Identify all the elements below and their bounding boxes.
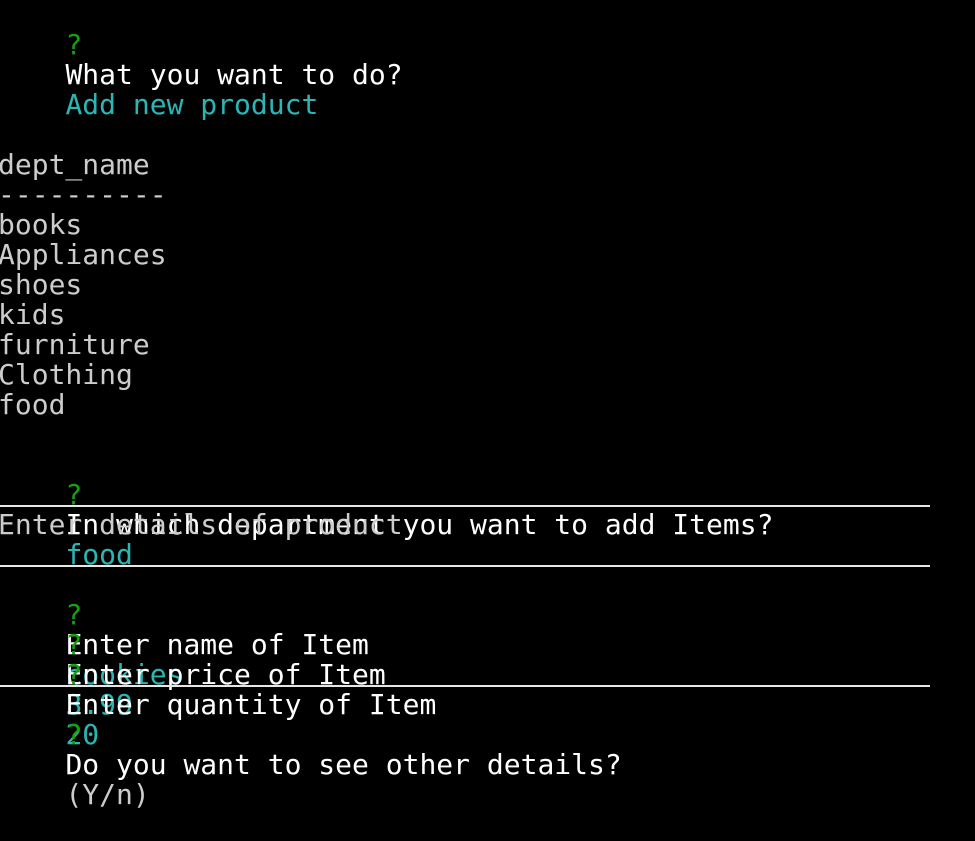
prompt-price: ? Enter price of Item 3.99 — [0, 600, 385, 720]
prompt-name: ? Enter name of Item cookies — [0, 570, 368, 690]
prompt-answer: Add new product — [65, 88, 319, 121]
table-header: dept_name — [0, 148, 150, 181]
prompt-symbol: ? — [65, 718, 83, 751]
prompt-quantity: ? Enter quantity of Item 20 — [0, 630, 436, 750]
prompt-department: ? In which department you want to add It… — [0, 450, 773, 570]
table-row: shoes — [0, 268, 83, 301]
divider — [0, 505, 930, 507]
prompt-action: ? What you want to do? Add new product — [0, 0, 402, 120]
table-row: furniture — [0, 328, 150, 361]
prompt-question: Do you want to see other details? — [65, 748, 622, 781]
table-separator: ---------- — [0, 178, 167, 211]
table-row: kids — [0, 298, 66, 331]
prompt-hint: (Y/n) — [65, 778, 150, 811]
table-row: Appliances — [0, 238, 167, 271]
prompt-symbol: ? — [65, 28, 83, 61]
section-title: Enter details of product — [0, 508, 403, 541]
prompt-other-details[interactable]: ? Do you want to see other details? (Y/n… — [0, 690, 621, 810]
table-row: books — [0, 208, 83, 241]
table-row: food — [0, 388, 66, 421]
prompt-question: What you want to do? — [65, 58, 403, 91]
terminal-window: ? What you want to do? Add new product d… — [0, 0, 975, 810]
divider — [0, 565, 930, 567]
table-row: Clothing — [0, 358, 133, 391]
divider — [0, 685, 930, 687]
